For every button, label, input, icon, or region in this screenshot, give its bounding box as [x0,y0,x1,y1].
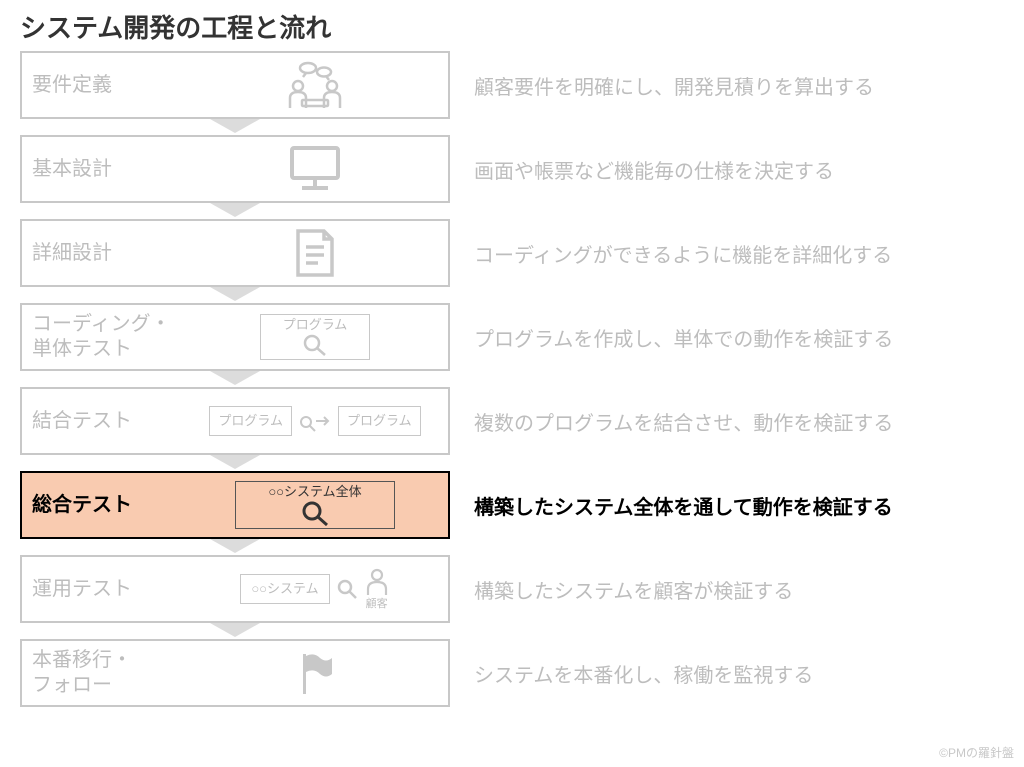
magnify-arrow-icon [298,408,332,434]
user-caption: 顧客 [366,595,388,611]
stage-desc: システムを本番化し、稼働を監視する [474,659,1004,688]
stage-box: 結合テスト プログラム プログラム [20,387,450,455]
sub-label: プログラム [218,413,283,429]
stage-row: 基本設計 画面や帳票など機能毎の仕様を決定する [20,135,1004,203]
stage-row: 結合テスト プログラム プログラム 複数のプログラムを結合させ、動作を検証する [20,387,1004,455]
meeting-icon [192,57,438,113]
stage-label: 総合テスト [32,493,192,518]
system-user-icon: ○○システム 顧客 [192,561,438,617]
stage-label: 要件定義 [32,73,192,98]
stage-row: 本番移行・ フォロー システムを本番化し、稼働を監視する [20,639,1004,707]
sub-label: ○○システム [251,581,318,597]
stage-desc: 複数のプログラムを結合させ、動作を検証する [474,407,1004,436]
stage-desc: 構築したシステム全体を通して動作を検証する [474,491,1004,520]
stage-box: コーディング・ 単体テスト プログラム [20,303,450,371]
stage-desc: プログラムを作成し、単体での動作を検証する [474,323,1004,352]
program-search-icon: プログラム [192,309,438,365]
stage-row: 要件定義 顧客要件を明確にし、開発見積りを算出する [20,51,1004,119]
program-link-icon: プログラム プログラム [192,393,438,449]
sub-label: プログラム [347,413,412,429]
monitor-icon [192,141,438,197]
sub-label: ○○システム全体 [268,484,361,500]
credit-text: ©PMの羅針盤 [939,744,1014,761]
down-arrow-icon [20,117,450,137]
down-arrow-icon [20,453,450,473]
stage-row: 運用テスト ○○システム [20,555,1004,623]
stage-label: 結合テスト [32,409,192,434]
down-arrow-icon [20,537,450,557]
stage-box: 運用テスト ○○システム [20,555,450,623]
magnify-icon [336,578,358,600]
stage-desc: 構築したシステムを顧客が検証する [474,575,1004,604]
stage-box: 総合テスト ○○システム全体 [20,471,450,539]
stage-label: 本番移行・ フォロー [32,648,192,698]
document-icon [192,225,438,281]
stage-desc: 顧客要件を明確にし、開発見積りを算出する [474,71,1004,100]
stage-box: 要件定義 [20,51,450,119]
stage-box: 詳細設計 [20,219,450,287]
sub-label: プログラム [283,317,348,333]
stage-label: 基本設計 [32,157,192,182]
stage-label: コーディング・ 単体テスト [32,312,192,362]
page-title: システム開発の工程と流れ [20,8,1004,45]
stage-box: 本番移行・ フォロー [20,639,450,707]
stage-list: 要件定義 顧客要件を明確にし、開発見積りを算出する 基本設計 [20,51,1004,707]
down-arrow-icon [20,621,450,641]
stage-row-active: 総合テスト ○○システム全体 構築したシステム全体を通して動作を検証する [20,471,1004,539]
flag-icon [192,645,438,701]
stage-row: コーディング・ 単体テスト プログラム プログラムを作成し、単体での動作を検証す… [20,303,1004,371]
stage-desc: 画面や帳票など機能毎の仕様を決定する [474,155,1004,184]
down-arrow-icon [20,201,450,221]
stage-label: 詳細設計 [32,241,192,266]
stage-row: 詳細設計 コーディングができるように機能を詳細化する [20,219,1004,287]
system-search-icon: ○○システム全体 [192,477,438,533]
stage-desc: コーディングができるように機能を詳細化する [474,239,1004,268]
down-arrow-icon [20,369,450,389]
down-arrow-icon [20,285,450,305]
user-icon [364,567,390,597]
stage-box: 基本設計 [20,135,450,203]
stage-label: 運用テスト [32,577,192,602]
